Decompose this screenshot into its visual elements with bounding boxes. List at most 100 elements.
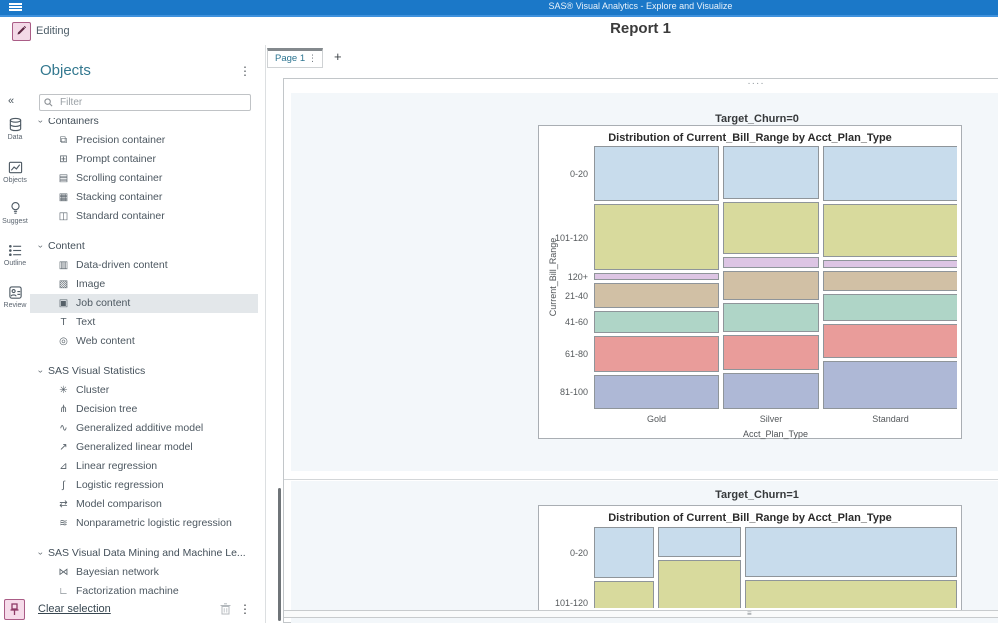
mosaic-cell-silver-81-100[interactable]	[723, 373, 819, 409]
stacking-container-icon: ▦	[58, 192, 69, 203]
hamburger-menu-icon[interactable]	[9, 3, 22, 12]
job-content-icon: ▣	[58, 298, 69, 309]
rail-item-data[interactable]: Data	[0, 117, 30, 141]
objects-panel-menu-icon[interactable]: ⋮	[239, 64, 251, 78]
selection-menu-icon[interactable]: ⋮	[239, 602, 251, 616]
object-item-nonparametric-logistic-regression[interactable]: ≋ Nonparametric logistic regression	[30, 514, 258, 533]
object-item-standard-container[interactable]: ◫ Standard container	[30, 207, 258, 226]
mosaic-cell-silver-61-80[interactable]	[723, 335, 819, 370]
mosaic-cell-silver-120+[interactable]	[723, 257, 819, 268]
mosaic-cell-gold-101-120[interactable]	[594, 204, 719, 270]
mosaic-cell-standard-0-20[interactable]	[745, 527, 957, 577]
mosaic-cell-gold-81-100[interactable]	[594, 374, 719, 409]
mosaic-cell-standard-120+[interactable]	[823, 260, 957, 268]
mosaic-chart-churn-0[interactable]: Distribution of Current_Bill_Range by Ac…	[538, 125, 962, 439]
bayesian-network-icon: ⋈	[58, 567, 69, 578]
mosaic-cell-standard-61-80[interactable]	[823, 324, 957, 358]
tab-page-1[interactable]: Page 1 ⋮	[267, 48, 323, 68]
object-item-prompt-container[interactable]: ⊞ Prompt container	[30, 150, 258, 169]
object-item-text[interactable]: T Text	[30, 313, 258, 332]
editing-mode-chip[interactable]	[12, 22, 31, 41]
rail-item-label: Review	[3, 302, 27, 309]
mosaic-cell-silver-101-120[interactable]	[723, 202, 819, 254]
trash-icon[interactable]	[220, 602, 231, 620]
object-item-scrolling-container[interactable]: ▤ Scrolling container	[30, 169, 258, 188]
object-item-factorization-machine[interactable]: ∟ Factorization machine	[30, 582, 258, 598]
editing-mode-label: Editing	[36, 25, 70, 37]
chevron-down-icon: ›	[36, 245, 46, 248]
generalized-linear-model-icon: ↗	[59, 442, 68, 453]
canvas-horizontal-scrollbar[interactable]: ≡	[284, 609, 998, 618]
facet-title: Target_Churn=0	[715, 113, 799, 125]
filter-input[interactable]	[58, 96, 247, 109]
mosaic-cell-gold-0-20[interactable]	[594, 527, 654, 578]
rail-item-suggest[interactable]: Suggest	[0, 201, 30, 225]
object-item-label: Standard container	[76, 210, 165, 222]
chevron-down-icon: ›	[36, 552, 46, 555]
chart-title: Distribution of Current_Bill_Range by Ac…	[608, 132, 892, 144]
object-item-data-driven-content[interactable]: ▥ Data-driven content	[30, 256, 258, 275]
rail-item-outline[interactable]: Outline	[0, 243, 30, 267]
mosaic-cell-silver-0-20[interactable]	[723, 146, 819, 199]
app-window: SAS® Visual Analytics - Explore and Visu…	[0, 0, 998, 623]
object-item-job-content[interactable]: ▣ Job content	[30, 294, 258, 313]
mosaic-cell-standard-101-120[interactable]	[745, 580, 957, 608]
logistic-regression-icon: ∫	[62, 480, 65, 491]
collapse-panel-icon[interactable]: «	[8, 95, 14, 107]
y-tick-label: 101-120	[554, 232, 588, 243]
mosaic-cell-standard-101-120[interactable]	[823, 203, 957, 257]
mosaic-cell-gold-120+[interactable]	[594, 273, 719, 280]
mosaic-cell-silver-0-20[interactable]	[658, 527, 741, 557]
generalized-additive-model-icon: ∿	[59, 423, 68, 434]
section-header-content[interactable]: › Content	[30, 237, 258, 256]
mosaic-cell-silver-21-40[interactable]	[723, 271, 819, 300]
object-item-decision-tree[interactable]: ⋔ Decision tree	[30, 400, 258, 419]
mosaic-cell-standard-41-60[interactable]	[823, 293, 957, 321]
object-item-model-comparison[interactable]: ⇄ Model comparison	[30, 495, 258, 514]
section-header-sas-visual-data-mining-and-machine-le-[interactable]: › SAS Visual Data Mining and Machine Le..…	[30, 544, 258, 563]
object-item-image[interactable]: ▧ Image	[30, 275, 258, 294]
page-tab-menu-icon[interactable]: ⋮	[308, 53, 317, 64]
y-tick-label: 61-80	[564, 349, 588, 360]
object-item-generalized-linear-model[interactable]: ↗ Generalized linear model	[30, 438, 258, 457]
rail-item-review[interactable]: Review	[0, 285, 30, 309]
object-item-web-content[interactable]: ◎ Web content	[30, 332, 258, 351]
object-item-label: Text	[76, 316, 96, 328]
data-driven-content-icon: ▥	[58, 260, 69, 271]
y-tick-label: 81-100	[559, 387, 588, 398]
filter-field[interactable]	[39, 94, 251, 111]
section-header-containers[interactable]: › Containers	[30, 118, 258, 131]
mosaic-cell-silver-41-60[interactable]	[723, 302, 819, 332]
object-item-precision-container[interactable]: ⧉ Precision container	[30, 131, 258, 150]
mosaic-cell-standard-21-40[interactable]	[823, 271, 957, 291]
mosaic-cell-gold-41-60[interactable]	[594, 310, 719, 333]
object-item-stacking-container[interactable]: ▦ Stacking container	[30, 188, 258, 207]
object-item-label: Stacking container	[76, 191, 163, 203]
container-drag-handle-icon[interactable]: ····	[736, 78, 776, 89]
object-item-linear-regression[interactable]: ⊿ Linear regression	[30, 457, 258, 476]
mosaic-cell-silver-101-120[interactable]	[658, 560, 741, 608]
model-comparison-icon: ⇄	[59, 499, 68, 510]
object-item-bayesian-network[interactable]: ⋈ Bayesian network	[30, 563, 258, 582]
mosaic-chart-churn-1[interactable]: Distribution of Current_Bill_Range by Ac…	[538, 505, 962, 611]
object-item-generalized-additive-model[interactable]: ∿ Generalized additive model	[30, 419, 258, 438]
mosaic-cell-gold-21-40[interactable]	[594, 283, 719, 308]
mosaic-cell-gold-0-20[interactable]	[594, 146, 719, 201]
section-header-sas-visual-statistics[interactable]: › SAS Visual Statistics	[30, 362, 258, 381]
mosaic-cell-gold-101-120[interactable]	[594, 581, 654, 608]
rail-item-objects[interactable]: Objects	[0, 160, 30, 184]
clear-selection-link[interactable]: Clear selection	[38, 603, 111, 615]
report-canvas[interactable]: ···· Target_Churn=0 Distribution of Curr…	[283, 78, 998, 623]
add-page-button[interactable]: +	[330, 49, 346, 64]
x-tick-label: Gold	[646, 414, 666, 424]
mosaic-cell-gold-61-80[interactable]	[594, 336, 719, 372]
pinned-panel-chip[interactable]	[4, 599, 25, 620]
object-item-cluster[interactable]: ✳ Cluster	[30, 381, 258, 400]
standard-container-icon: ◫	[58, 211, 69, 222]
mosaic-cell-standard-81-100[interactable]	[823, 360, 957, 409]
y-tick-label: 120+	[567, 272, 588, 282]
objects-list-scrollbar[interactable]	[278, 488, 281, 621]
mosaic-cell-standard-0-20[interactable]	[823, 146, 957, 201]
linear-regression-icon: ⊿	[59, 461, 68, 472]
object-item-logistic-regression[interactable]: ∫ Logistic regression	[30, 476, 258, 495]
